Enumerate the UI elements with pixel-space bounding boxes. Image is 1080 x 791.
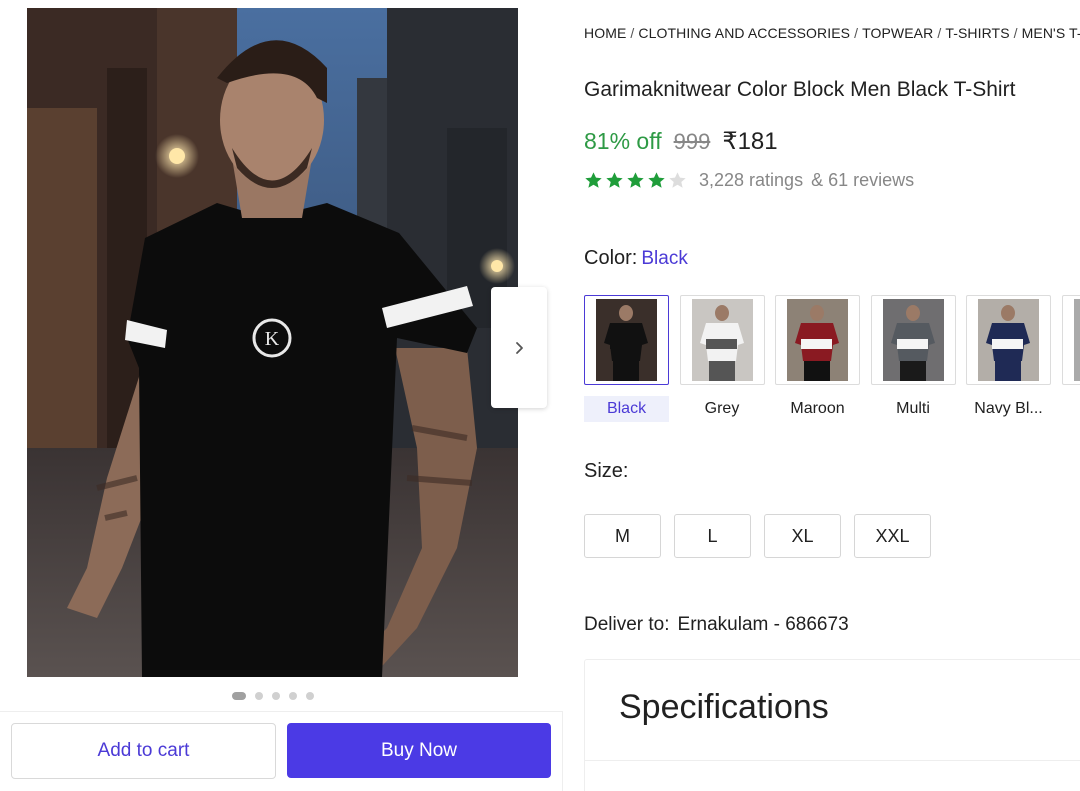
size-option-button[interactable]: M <box>584 514 661 558</box>
carousel-dot[interactable] <box>255 692 263 700</box>
color-swatch-label <box>1062 396 1080 422</box>
breadcrumb-mens-tshirts[interactable]: MEN'S T-SHIRTS <box>1022 25 1080 41</box>
color-swatch[interactable]: Maroon <box>775 295 860 422</box>
deliver-label: Deliver to: <box>584 614 670 635</box>
swatch-image <box>882 299 944 381</box>
specifications-title: Specifications <box>619 688 829 726</box>
star-rating <box>584 171 687 190</box>
ratings-count: 3,228 ratings <box>699 170 804 190</box>
selected-color: Black <box>641 248 688 269</box>
breadcrumb-tshirts[interactable]: T-SHIRTS <box>945 25 1009 41</box>
color-label-text: Color: <box>584 247 638 269</box>
carousel-next-button[interactable] <box>491 287 547 408</box>
carousel-dot[interactable] <box>272 692 280 700</box>
color-swatch[interactable]: Navy Bl... <box>966 295 1051 422</box>
swatch-image <box>978 299 1039 381</box>
color-swatch[interactable]: Multi <box>870 295 956 422</box>
size-option-button[interactable]: L <box>674 514 751 558</box>
star-icon <box>585 172 602 188</box>
color-swatch-label: Maroon <box>790 400 845 417</box>
reviews-count: & 61 reviews <box>811 170 915 190</box>
color-swatch-label: Grey <box>704 400 740 417</box>
star-icon <box>648 172 665 188</box>
color-swatch-thumbnail[interactable] <box>966 295 1051 385</box>
carousel-dot[interactable] <box>306 692 314 700</box>
color-swatch[interactable]: Black <box>584 295 669 422</box>
swatch-image <box>691 299 753 381</box>
discount-percent: 81% off <box>584 128 662 154</box>
color-swatch-label: Navy Bl... <box>974 400 1043 417</box>
size-options: M L XL XXL <box>584 514 931 558</box>
swatch-image <box>787 299 848 381</box>
color-swatch-thumbnail[interactable] <box>1061 295 1080 385</box>
color-label: Color: Black <box>584 247 688 270</box>
star-icon <box>606 172 623 188</box>
rating-row[interactable]: 3,228 ratings & 61 reviews <box>584 170 914 191</box>
star-icon <box>669 172 686 188</box>
selling-price: ₹181 <box>722 128 778 155</box>
size-option-button[interactable]: XL <box>764 514 841 558</box>
breadcrumb-home[interactable]: HOME <box>584 25 626 41</box>
size-label: Size: <box>584 460 629 482</box>
color-swatch-label: Multi <box>896 400 930 417</box>
swatch-image <box>596 299 657 381</box>
specifications-card[interactable]: Specifications <box>584 659 1080 791</box>
add-to-cart-button[interactable]: Add to cart <box>11 723 276 779</box>
color-swatches: Black Grey Maroon Multi Navy Bl... <box>584 295 1080 425</box>
buy-now-button[interactable]: Buy Now <box>287 723 551 778</box>
breadcrumb-topwear[interactable]: TOPWEAR <box>862 25 933 41</box>
color-swatch-thumbnail[interactable] <box>584 295 669 385</box>
color-swatch-thumbnail[interactable] <box>679 295 765 385</box>
carousel-dot[interactable] <box>289 692 297 700</box>
delivery-info[interactable]: Deliver to: Ernakulam - 686673 <box>584 614 849 636</box>
color-swatch-thumbnail[interactable] <box>870 295 956 385</box>
color-swatch[interactable]: Grey <box>679 295 765 422</box>
breadcrumb-clothing[interactable]: CLOTHING AND ACCESSORIES <box>638 25 850 41</box>
product-image[interactable]: K <box>27 8 518 677</box>
color-swatch-thumbnail[interactable] <box>775 295 860 385</box>
svg-text:K: K <box>265 328 280 350</box>
star-icon <box>627 172 644 188</box>
delivery-location: Ernakulam - 686673 <box>677 614 849 635</box>
carousel-dot[interactable] <box>232 692 246 700</box>
swatch-image <box>1073 299 1080 381</box>
product-title: Garimaknitwear Color Block Men Black T-S… <box>584 78 1016 101</box>
original-price: 999 <box>673 129 711 154</box>
breadcrumb: HOME / CLOTHING AND ACCESSORIES / TOPWEAR / T-… <box>584 25 1080 41</box>
color-swatch[interactable] <box>1061 295 1080 422</box>
product-photo: K <box>27 8 518 677</box>
chevron-right-icon <box>516 341 523 354</box>
size-option-button[interactable]: XXL <box>854 514 931 558</box>
color-swatch-label: Black <box>584 396 669 422</box>
price-row: 81% off 999 ₹181 <box>584 127 778 156</box>
specs-divider <box>585 760 1080 761</box>
carousel-dots <box>232 692 314 700</box>
